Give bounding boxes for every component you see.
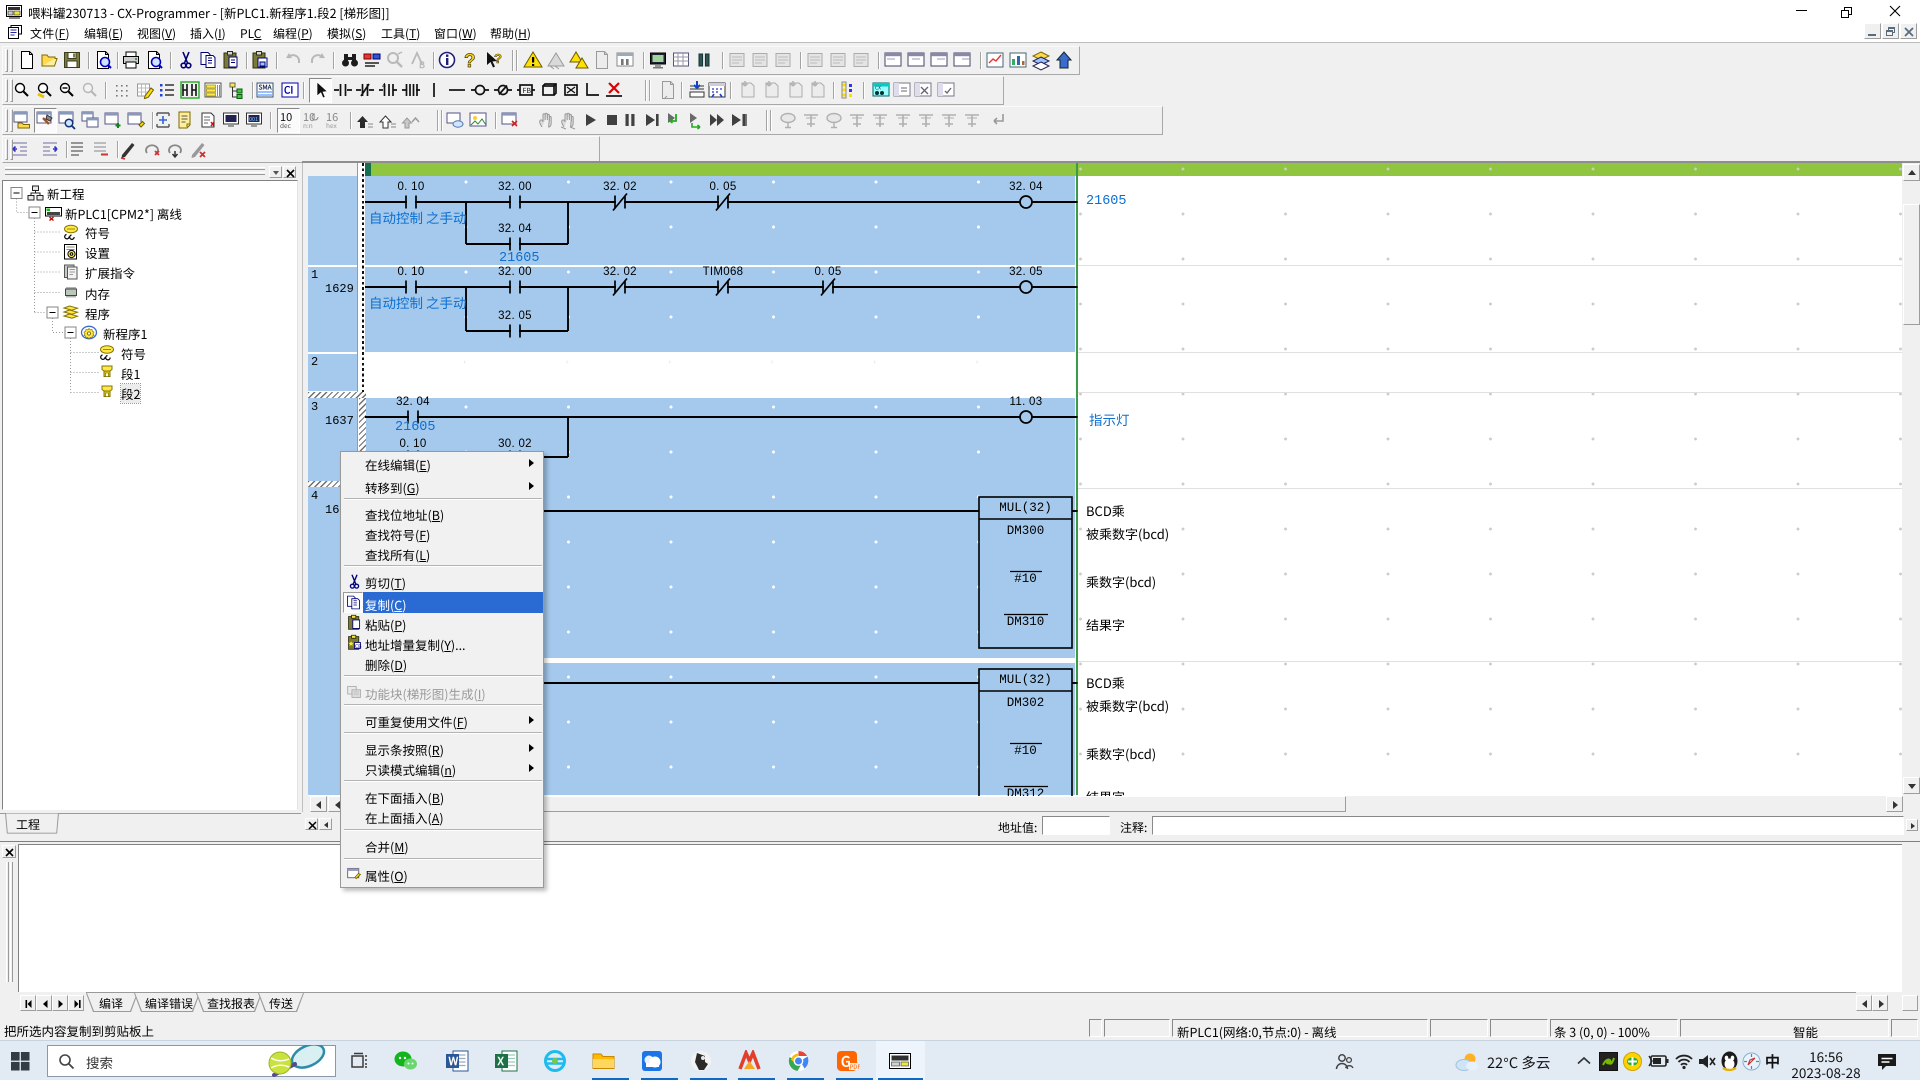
svg-text:4: 4 <box>382 81 386 91</box>
svg-text:n:n: n:n <box>303 120 313 130</box>
svg-text:CI: CI <box>284 82 293 97</box>
svg-text:CB: CB <box>355 643 362 650</box>
svg-text:hex: hex <box>326 120 337 130</box>
svg-text:X: X <box>497 1053 505 1069</box>
svg-text:PDF: PDF <box>850 1062 861 1071</box>
svg-text:W: W <box>449 1053 459 1069</box>
svg-text:FB: FB <box>523 86 532 96</box>
svg-text:B: B <box>419 58 425 71</box>
svg-text:?: ? <box>494 48 502 67</box>
svg-text:?: ? <box>464 46 476 73</box>
svg-text:dec: dec <box>280 120 292 130</box>
svg-text:001: 001 <box>249 115 258 123</box>
svg-text:CX: CX <box>875 85 881 92</box>
svg-text:SMA: SMA <box>259 82 273 92</box>
